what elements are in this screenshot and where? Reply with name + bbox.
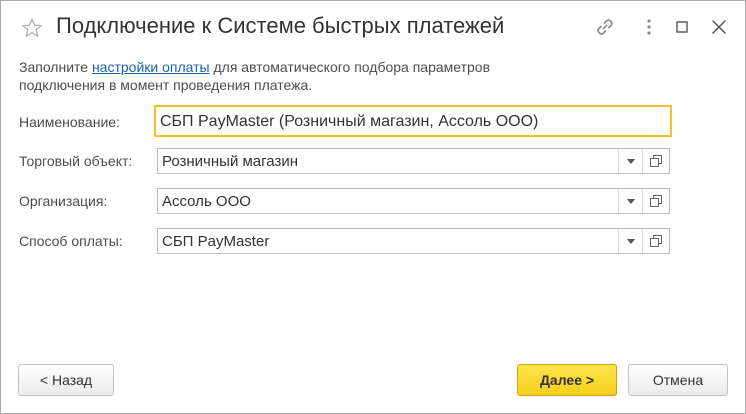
store-value: Розничный магазин (162, 153, 298, 170)
close-icon[interactable] (708, 16, 730, 38)
name-label: Наименование: (19, 114, 120, 130)
title-bar: Подключение к Системе быстрых платежей (1, 1, 745, 53)
store-label: Торговый объект: (19, 153, 133, 169)
chevron-down-icon (627, 199, 635, 204)
open-form-icon (650, 155, 662, 167)
store-dropdown-button[interactable] (618, 149, 642, 173)
chevron-down-icon (627, 159, 635, 164)
payment-method-field[interactable]: СБП PayMaster (157, 228, 670, 254)
payment-method-value: СБП PayMaster (162, 233, 270, 250)
back-button[interactable]: < Назад (18, 364, 114, 396)
payment-method-dropdown-button[interactable] (618, 229, 642, 253)
chevron-down-icon (627, 239, 635, 244)
window-title: Подключение к Системе быстрых платежей (56, 13, 505, 38)
info-prefix: Заполните (19, 59, 92, 75)
store-field[interactable]: Розничный магазин (157, 148, 670, 174)
info-line2: подключения в момент проведения платежа. (19, 77, 313, 93)
open-form-icon (650, 235, 662, 247)
payment-method-open-button[interactable] (642, 229, 669, 253)
organization-label: Организация: (19, 193, 108, 209)
link-icon[interactable] (594, 16, 616, 38)
info-suffix: для автоматического подбора параметров (209, 59, 491, 75)
organization-field[interactable]: Ассоль ООО (157, 188, 670, 214)
organization-dropdown-button[interactable] (618, 189, 642, 213)
star-icon[interactable] (21, 17, 43, 39)
open-form-icon (650, 195, 662, 207)
payment-settings-link[interactable]: настройки оплаты (92, 59, 210, 75)
name-input[interactable] (160, 111, 665, 133)
maximize-icon[interactable] (671, 16, 693, 38)
name-field[interactable] (154, 105, 672, 137)
organization-value: Ассоль ООО (162, 193, 251, 210)
store-open-button[interactable] (642, 149, 669, 173)
organization-open-button[interactable] (642, 189, 669, 213)
dialog-window: Подключение к Системе быстрых платежей З… (0, 0, 746, 414)
more-icon[interactable] (638, 16, 660, 38)
payment-method-label: Способ оплаты: (19, 233, 123, 249)
info-text: Заполните настройки оплаты для автоматич… (19, 58, 639, 94)
cancel-button[interactable]: Отмена (628, 364, 728, 396)
next-button[interactable]: Далее > (517, 364, 617, 396)
